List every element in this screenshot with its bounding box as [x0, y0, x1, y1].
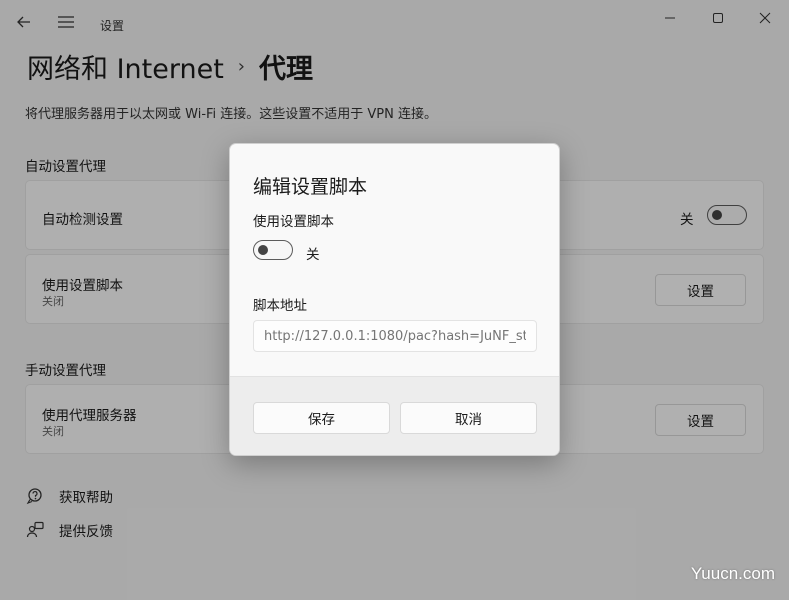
- script-address-label: 脚本地址: [253, 298, 307, 314]
- dialog-script-toggle[interactable]: [253, 240, 293, 260]
- toggle-knob: [258, 245, 268, 255]
- save-button[interactable]: 保存: [253, 402, 390, 434]
- dialog-toggle-label: 使用设置脚本: [253, 214, 334, 230]
- script-address-input[interactable]: [253, 320, 537, 352]
- dialog-toggle-state: 关: [306, 247, 320, 263]
- cancel-button[interactable]: 取消: [400, 402, 537, 434]
- edit-script-dialog: 编辑设置脚本 使用设置脚本 关 脚本地址 保存 取消: [229, 143, 560, 456]
- watermark: Yuucn.com: [690, 564, 775, 583]
- dialog-title: 编辑设置脚本: [253, 176, 368, 198]
- dialog-footer: 保存 取消: [230, 376, 559, 455]
